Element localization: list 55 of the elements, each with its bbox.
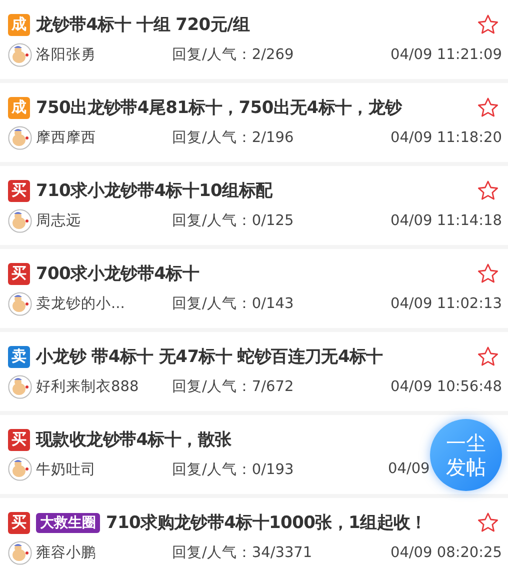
star-icon[interactable] [476, 344, 500, 368]
type-badge: 买 [8, 262, 30, 284]
post-time: 04/09 11:21:09 [390, 46, 502, 62]
post-title[interactable]: 现款收龙钞带4标十，散张 [36, 428, 232, 451]
tag-label: 大救生圈 [36, 512, 100, 532]
author-name: 牛奶吐司 [36, 460, 97, 478]
post-card[interactable]: 买 700求小龙钞带4标十 卖龙钞的小... 回复/人气：0/143 04/09 11:02:13 [0, 249, 508, 328]
star-icon[interactable] [476, 178, 500, 202]
author-name: 摩西摩西 [36, 128, 97, 147]
star-icon[interactable] [476, 262, 500, 286]
avatar-icon [8, 42, 32, 66]
post-time: 04/09 [388, 461, 430, 477]
post-title[interactable]: 750出龙钞带4尾81标十，750出无4标十，龙钞 [36, 96, 402, 119]
author-name: 卖龙钞的小... [36, 295, 126, 313]
post-title[interactable]: 710求购龙钞带4标十1000张，1组起收！ [106, 511, 427, 534]
reply-stats: 回复/人气：34/3371 [172, 544, 314, 562]
post-title[interactable]: 710求小龙钞带4标十10组标配 [36, 179, 272, 202]
post-time: 04/09 10:56:48 [390, 378, 502, 394]
type-badge: 买 [8, 512, 30, 534]
type-badge: 买 [8, 180, 30, 202]
post-title[interactable]: 小龙钞 带4标十 无47标十 蛇钞百连刀无4标十 [36, 345, 383, 368]
avatar-icon [8, 292, 32, 316]
reply-stats: 回复/人气：0/143 [172, 295, 295, 313]
post-time: 04/09 08:20:25 [390, 544, 502, 560]
post-title[interactable]: 龙钞带4标十 十组 720元/组 [36, 13, 250, 36]
type-badge: 买 [8, 428, 30, 450]
reply-stats: 回复/人气：0/125 [172, 212, 295, 230]
author-name: 周志远 [36, 212, 82, 230]
avatar-icon [8, 126, 32, 150]
avatar-icon [8, 457, 32, 481]
star-icon[interactable] [476, 96, 500, 120]
post-time: 04/09 11:02:13 [390, 296, 502, 312]
post-card[interactable]: 成 750出龙钞带4尾81标十，750出无4标十，龙钞 摩西摩西 回复/人气：2/196 04/09 11:18:20 [0, 83, 508, 162]
star-icon[interactable] [476, 12, 500, 36]
reply-stats: 回复/人气：2/269 [172, 46, 295, 64]
post-card[interactable]: 买 710求小龙钞带4标十10组标配 周志远 回复/人气：0/125 04/09 11:14:18 [0, 166, 508, 245]
author-name: 雍容小鹏 [36, 544, 97, 562]
author-name: 洛阳张勇 [36, 46, 97, 64]
post-title[interactable]: 700求小龙钞带4标十 [36, 262, 200, 285]
reply-stats: 回复/人气：0/193 [172, 460, 295, 478]
reply-stats: 回复/人气：7/672 [172, 378, 295, 396]
type-badge: 卖 [8, 346, 30, 368]
avatar-icon [8, 540, 32, 564]
post-card[interactable]: 卖 小龙钞 带4标十 无47标十 蛇钞百连刀无4标十 好利来制衣888 回复/人气：7/672 04/09 10:56:48 [0, 332, 508, 411]
type-badge: 成 [8, 14, 30, 36]
avatar-icon [8, 208, 32, 232]
reply-stats: 回复/人气：2/196 [172, 129, 295, 147]
author-name: 好利来制衣888 [36, 378, 140, 396]
type-badge: 成 [8, 96, 30, 118]
post-time: 04/09 11:14:18 [390, 212, 502, 228]
post-card[interactable]: 买 大救生圈 710求购龙钞带4标十1000张，1组起收！ 雍容小鹏 回复/人气：34/3371 04/09 08:20:25 [0, 498, 508, 574]
post-card[interactable]: 成 龙钞带4标十 十组 720元/组 洛阳张勇 回复/人气：2/269 04/09 11:21:09 [0, 0, 508, 79]
star-icon[interactable] [476, 510, 500, 534]
avatar-icon [8, 374, 32, 398]
post-time: 04/09 11:18:20 [390, 130, 502, 146]
